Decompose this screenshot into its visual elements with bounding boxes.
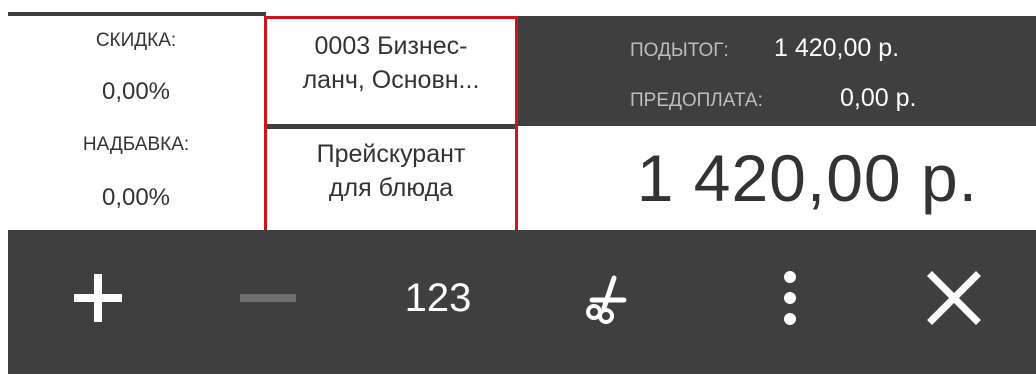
discount-column: СКИДКА: 0,00% НАДБАВКА: 0,00% [8,16,264,230]
total-amount: 1 420,00 р. [636,141,978,215]
quantity-input-button[interactable]: 123 [378,248,498,348]
prepay-row: ПРЕДОПЛАТА: 0,00 р. [518,78,1036,118]
plus-icon [74,274,122,322]
order-name-line2: ланч, Основн... [302,66,480,94]
discount-label: СКИДКА: [95,30,177,51]
more-button[interactable] [730,248,850,348]
prepay-label: ПРЕДОПЛАТА: [630,90,763,111]
close-icon [927,271,981,325]
action-toolbar: 123 [8,230,1036,374]
surcharge-label: НАДБАВКА: [82,134,190,155]
price-list-line2: для блюда [328,174,454,202]
more-vertical-icon [784,271,796,325]
subtotal-label: ПОДЫТОГ: [630,40,729,61]
decrease-button[interactable] [208,248,328,348]
order-name-line1: 0003 Бизнес- [314,32,468,60]
price-list-line1: Прейскурант [316,140,466,168]
split-button[interactable] [548,248,668,348]
surcharge-value[interactable]: 0,00% [8,184,264,212]
order-item-panel: СКИДКА: 0,00% НАДБАВКА: 0,00% 0003 Бизне… [0,0,1036,374]
increase-button[interactable] [38,248,158,348]
subtotal-row: ПОДЫТОГ: 1 420,00 р. [518,28,1036,68]
discount-value[interactable]: 0,00% [8,78,264,106]
info-divider [267,124,515,129]
close-button[interactable] [894,248,1014,348]
order-item-info[interactable]: 0003 Бизнес- ланч, Основн... Прейскурант… [264,16,518,234]
top-strip [0,0,1036,16]
minus-icon [240,294,296,302]
order-item-name: 0003 Бизнес- ланч, Основн... [267,29,515,97]
total-box: 1 420,00 р. [518,126,1036,230]
prepay-value: 0,00 р. [840,84,917,112]
subtotal-value: 1 420,00 р. [774,34,900,62]
scissors-icon [586,275,627,324]
totals-summary: ПОДЫТОГ: 1 420,00 р. ПРЕДОПЛАТА: 0,00 р. [518,16,1036,126]
price-list-name: Прейскурант для блюда [267,137,515,205]
